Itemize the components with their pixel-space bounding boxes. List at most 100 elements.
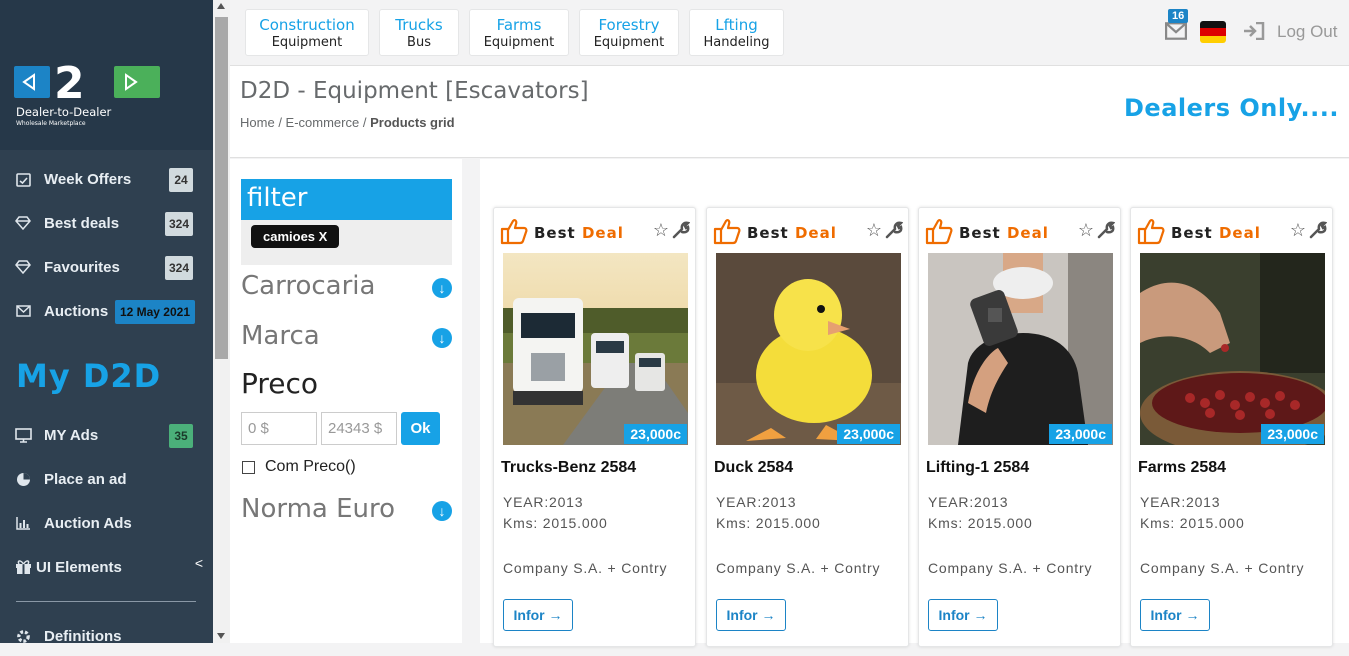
best-deal-label: Best Deal bbox=[534, 224, 624, 242]
price-tag: 23,000c bbox=[837, 424, 900, 444]
product-year: YEAR:2013 bbox=[716, 494, 797, 510]
date-badge: 12 May 2021 bbox=[114, 300, 195, 324]
sign-out-icon[interactable] bbox=[1243, 22, 1265, 40]
best-deal-label: Best Deal bbox=[959, 224, 1049, 242]
filter-box: filter camioes X bbox=[241, 179, 452, 265]
arrow-down-circle-icon[interactable]: ↓ bbox=[432, 501, 452, 521]
facet-carrocaria[interactable]: Carrocaria bbox=[241, 271, 375, 301]
category-line1: Farms bbox=[496, 16, 542, 34]
product-kms: Kms: 2015.000 bbox=[716, 515, 821, 531]
breadcrumb-separator: / bbox=[362, 115, 371, 130]
com-preco-checkbox[interactable] bbox=[242, 461, 255, 474]
products-grid: Best Deal ☆ 23,000c Trucks-Benz 2584 YEA… bbox=[480, 159, 1349, 647]
sidebar-item-definitions[interactable]: Definitions bbox=[0, 616, 213, 656]
logo-area: 2 Dealer-to-Dealer Wholesale Marketplace bbox=[0, 0, 213, 150]
svg-text:2: 2 bbox=[54, 58, 85, 109]
breadcrumb-home[interactable]: Home bbox=[240, 115, 275, 130]
d2d-logo[interactable]: 2 Dealer-to-Dealer Wholesale Marketplace bbox=[14, 58, 162, 128]
product-name[interactable]: Farms 2584 bbox=[1138, 459, 1226, 477]
sidebar-item-label: Auction Ads bbox=[44, 514, 132, 532]
category-construction-button[interactable]: Construction Equipment bbox=[245, 9, 369, 56]
infor-button[interactable]: Infor → bbox=[716, 599, 786, 631]
category-line1: Trucks bbox=[395, 16, 443, 34]
category-trucks-button[interactable]: Trucks Bus bbox=[379, 9, 459, 56]
count-badge: 35 bbox=[169, 424, 193, 448]
best-deal-label: Best Deal bbox=[747, 224, 837, 242]
category-line2: Handeling bbox=[703, 35, 770, 50]
scroll-up-arrow-icon[interactable] bbox=[217, 3, 225, 9]
mail-icon[interactable] bbox=[1165, 22, 1187, 40]
sidebar-item-label: UI Elements bbox=[36, 558, 122, 576]
product-name[interactable]: Duck 2584 bbox=[714, 459, 793, 477]
product-image-lifting[interactable] bbox=[928, 253, 1113, 445]
facet-norma-euro[interactable]: Norma Euro bbox=[241, 494, 395, 524]
infor-button[interactable]: Infor → bbox=[1140, 599, 1210, 631]
wrench-icon[interactable] bbox=[1097, 221, 1115, 239]
bar-chart-icon bbox=[14, 514, 32, 532]
product-name[interactable]: Trucks-Benz 2584 bbox=[501, 459, 636, 477]
sidebar-scrollbar[interactable] bbox=[213, 0, 230, 643]
wrench-icon[interactable] bbox=[885, 221, 903, 239]
filter-chip[interactable]: camioes X bbox=[251, 225, 340, 248]
page-header: D2D - Equipment [Escavators] Home / E-co… bbox=[230, 66, 1349, 158]
top-bar: Construction Equipment Trucks Bus Farms … bbox=[230, 0, 1349, 66]
facet-marca[interactable]: Marca bbox=[241, 321, 320, 351]
collapse-arrow-icon[interactable]: < bbox=[195, 555, 203, 571]
product-company: Company S.A. + Contry bbox=[928, 560, 1093, 576]
sidebar-item-label: Favourites bbox=[44, 258, 120, 276]
my-d2d-title: My D2D bbox=[16, 357, 162, 395]
sidebar-item-favourites[interactable]: Favourites 324 bbox=[0, 247, 213, 287]
star-icon[interactable]: ☆ bbox=[1078, 220, 1094, 241]
panel-gap bbox=[462, 159, 480, 643]
scroll-down-arrow-icon[interactable] bbox=[217, 633, 225, 639]
product-kms: Kms: 2015.000 bbox=[928, 515, 1033, 531]
star-icon[interactable]: ☆ bbox=[653, 220, 669, 241]
product-image-duck[interactable] bbox=[716, 253, 901, 445]
arrow-down-circle-icon[interactable]: ↓ bbox=[432, 328, 452, 348]
divider bbox=[16, 601, 196, 602]
infor-button[interactable]: Infor → bbox=[928, 599, 998, 631]
category-lifting-button[interactable]: Lfting Handeling bbox=[689, 9, 784, 56]
gear-icon bbox=[14, 627, 32, 645]
diamond-icon bbox=[14, 258, 32, 276]
category-line2: Equipment bbox=[593, 35, 665, 50]
price-min-input[interactable] bbox=[241, 412, 317, 445]
wrench-icon[interactable] bbox=[1309, 221, 1327, 239]
sidebar-item-my-ads[interactable]: MY Ads 35 bbox=[0, 415, 213, 455]
product-kms: Kms: 2015.000 bbox=[503, 515, 608, 531]
sidebar-item-best-deals[interactable]: Best deals 324 bbox=[0, 203, 213, 243]
sidebar-item-auctions[interactable]: Auctions 12 May 2021 bbox=[0, 291, 213, 331]
category-line2: Equipment bbox=[271, 35, 343, 50]
price-max-input[interactable] bbox=[321, 412, 397, 445]
star-icon[interactable]: ☆ bbox=[1290, 220, 1306, 241]
product-image-truck[interactable] bbox=[503, 253, 688, 445]
star-icon[interactable]: ☆ bbox=[866, 220, 882, 241]
count-badge: 324 bbox=[164, 212, 193, 236]
thumbs-up-icon bbox=[1137, 219, 1165, 245]
scrollbar-thumb[interactable] bbox=[215, 17, 228, 359]
sidebar-item-place-ad[interactable]: Place an ad bbox=[0, 459, 213, 499]
product-image-farms[interactable] bbox=[1140, 253, 1325, 445]
wrench-icon[interactable] bbox=[672, 221, 690, 239]
german-flag-icon[interactable] bbox=[1200, 21, 1226, 43]
infor-button[interactable]: Infor → bbox=[503, 599, 573, 631]
com-preco-label: Com Preco() bbox=[265, 458, 356, 475]
category-line1: Construction bbox=[259, 16, 355, 34]
breadcrumb-ecommerce[interactable]: E-commerce bbox=[286, 115, 360, 130]
filter-title: filter bbox=[241, 179, 452, 220]
thumbs-up-icon bbox=[713, 219, 741, 245]
product-company: Company S.A. + Contry bbox=[716, 560, 881, 576]
product-name[interactable]: Lifting-1 2584 bbox=[926, 459, 1029, 477]
arrow-down-circle-icon[interactable]: ↓ bbox=[432, 278, 452, 298]
category-line1: Forestry bbox=[598, 16, 660, 34]
category-farms-button[interactable]: Farms Equipment bbox=[469, 9, 569, 56]
sidebar-item-week-offers[interactable]: Week Offers 24 bbox=[0, 159, 213, 199]
product-card: Best Deal ☆ 23,000c Lifting-1 2584 YEAR:… bbox=[918, 207, 1121, 647]
price-ok-button[interactable]: Ok bbox=[401, 412, 440, 445]
logout-link[interactable]: Log Out bbox=[1277, 22, 1338, 42]
facet-preco: Preco bbox=[241, 367, 319, 400]
sidebar-item-ui-elements[interactable]: UI Elements bbox=[0, 547, 213, 587]
sidebar-item-auction-ads[interactable]: Auction Ads bbox=[0, 503, 213, 543]
category-forestry-button[interactable]: Forestry Equipment bbox=[579, 9, 679, 56]
monitor-icon bbox=[14, 426, 32, 444]
